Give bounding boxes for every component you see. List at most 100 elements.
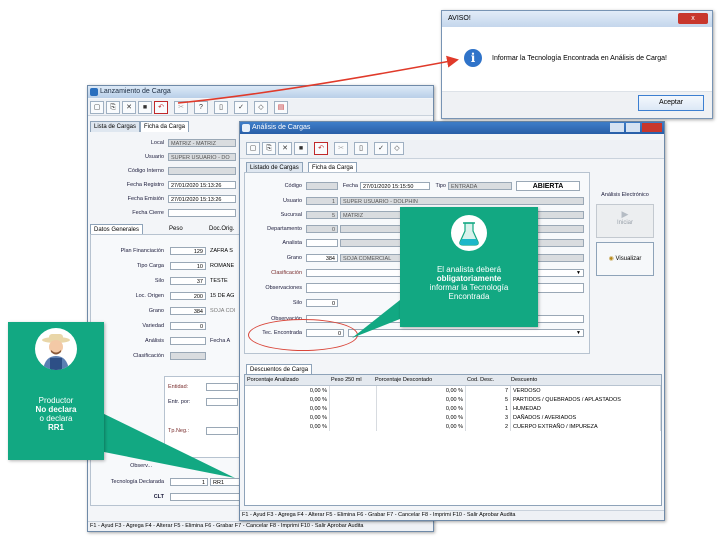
field-analisis[interactable] bbox=[170, 337, 206, 345]
producer-line3: o declara bbox=[39, 414, 73, 423]
cell-peso[interactable] bbox=[329, 404, 377, 413]
header-porcentaje-descontado[interactable]: Porcentaje Descontado bbox=[375, 377, 432, 383]
field-fecha-emision[interactable]: 27/01/2020 15:13:26 bbox=[168, 195, 236, 203]
cell-code[interactable]: 7 bbox=[465, 386, 511, 395]
code-plan-financiacion[interactable]: 129 bbox=[170, 247, 206, 255]
field-entr-por[interactable] bbox=[206, 398, 238, 406]
delete-icon[interactable]: ✕ bbox=[122, 101, 136, 114]
code-analista[interactable] bbox=[306, 239, 338, 247]
iniciar-button[interactable]: ▶ Iniciar bbox=[596, 204, 654, 238]
approve-icon[interactable]: ◇ bbox=[390, 142, 404, 155]
field-codigo[interactable] bbox=[306, 182, 338, 190]
undo-icon[interactable]: ↶ bbox=[154, 101, 168, 114]
field-clasificacion[interactable] bbox=[170, 352, 206, 360]
cell-peso[interactable] bbox=[329, 413, 377, 422]
code-variedad[interactable]: 0 bbox=[170, 322, 206, 330]
field-local[interactable]: MATRIZ - MATRIZ bbox=[168, 139, 236, 147]
cell-peso[interactable] bbox=[329, 422, 377, 431]
field-codigo-interno[interactable] bbox=[168, 167, 236, 175]
cell-peso[interactable] bbox=[329, 395, 377, 404]
code-silo[interactable]: 0 bbox=[306, 299, 338, 307]
minimize-button[interactable] bbox=[610, 123, 624, 132]
print-icon[interactable]: ▤ bbox=[274, 101, 288, 114]
cell-desc-pct[interactable]: 0,00 % bbox=[376, 422, 466, 431]
chevron-down-icon[interactable]: ▼ bbox=[576, 269, 581, 277]
field-tipo[interactable]: ENTRADA bbox=[448, 182, 512, 190]
code-grano[interactable]: 384 bbox=[306, 254, 338, 262]
header-peso[interactable]: Peso 250 ml bbox=[331, 377, 362, 383]
cell-code[interactable]: 1 bbox=[465, 404, 511, 413]
label-observ: Observ... bbox=[130, 463, 152, 469]
check-icon[interactable]: ✓ bbox=[374, 142, 388, 155]
code-grano[interactable]: 384 bbox=[170, 307, 206, 315]
chevron-down-icon[interactable]: ▼ bbox=[576, 329, 581, 337]
value-tecnologia-declarada[interactable]: RR1 bbox=[210, 478, 240, 486]
cell-name[interactable]: CUERPO EXTRAÑO / IMPUREZA bbox=[510, 422, 661, 431]
code-tecnologia-declarada[interactable]: 1 bbox=[170, 478, 208, 486]
cell-desc-pct[interactable]: 0,00 % bbox=[376, 395, 466, 404]
cell-desc-pct[interactable]: 0,00 % bbox=[376, 386, 466, 395]
tab-lista-de-cargas[interactable]: Lista de Cargas bbox=[90, 121, 141, 132]
cell-pct[interactable]: 0,00 % bbox=[245, 386, 330, 395]
select-tec-encontrada[interactable] bbox=[348, 329, 584, 337]
aceptar-button[interactable]: Aceptar bbox=[638, 95, 704, 111]
field-usuario[interactable]: SUPER USUARIO - DO bbox=[168, 153, 236, 161]
cell-name[interactable]: HUMEDAD bbox=[510, 404, 661, 413]
field-tp-neg[interactable] bbox=[206, 427, 238, 435]
cell-pct[interactable]: 0,00 % bbox=[245, 395, 330, 404]
table-row[interactable]: 0,00 % 0,00 % 5 PARTIDOS / QUEBRADOS / A… bbox=[245, 395, 661, 404]
tab-ficha-da-carga[interactable]: Ficha da Carga bbox=[140, 121, 190, 132]
header-cod-desc[interactable]: Cod. Desc. bbox=[467, 377, 494, 383]
field-fecha-registro[interactable]: 27/01/2020 15:13:26 bbox=[168, 181, 236, 189]
tab-peso[interactable]: Peso bbox=[166, 224, 186, 234]
close-button[interactable] bbox=[642, 123, 662, 132]
field-fecha[interactable]: 27/01/2020 15:15:50 bbox=[360, 182, 430, 190]
cell-name[interactable]: PARTIDOS / QUEBRADOS / APLASTADOS bbox=[510, 395, 661, 404]
header-descuento[interactable]: Descuento bbox=[511, 377, 537, 383]
cell-desc-pct[interactable]: 0,00 % bbox=[376, 413, 466, 422]
save-icon[interactable]: ■ bbox=[294, 142, 308, 155]
save-icon[interactable]: ■ bbox=[138, 101, 152, 114]
document-icon[interactable]: ▯ bbox=[214, 101, 228, 114]
field-fecha-cierre[interactable] bbox=[168, 209, 236, 217]
code-departamento[interactable]: 0 bbox=[306, 225, 338, 233]
new-icon[interactable]: ▢ bbox=[246, 142, 260, 155]
cell-code[interactable]: 2 bbox=[465, 422, 511, 431]
approve-icon[interactable]: ◇ bbox=[254, 101, 268, 114]
delete-icon[interactable]: ✕ bbox=[278, 142, 292, 155]
cut-icon[interactable]: ✂ bbox=[334, 142, 348, 155]
maximize-button[interactable] bbox=[626, 123, 640, 132]
cell-code[interactable]: 3 bbox=[465, 413, 511, 422]
cell-pct[interactable]: 0,00 % bbox=[245, 413, 330, 422]
field-clt[interactable] bbox=[170, 493, 240, 501]
table-row[interactable]: 0,00 % 0,00 % 3 DAÑADOS / AVERIADOS bbox=[245, 413, 661, 422]
code-loc-origen[interactable]: 200 bbox=[170, 292, 206, 300]
cell-peso[interactable] bbox=[329, 386, 377, 395]
visualizar-button[interactable]: ◉ Visualizar bbox=[596, 242, 654, 276]
code-tipo-carga[interactable]: 10 bbox=[170, 262, 206, 270]
check-icon[interactable]: ✓ bbox=[234, 101, 248, 114]
cell-pct[interactable]: 0,00 % bbox=[245, 404, 330, 413]
code-sucursal[interactable]: 5 bbox=[306, 211, 338, 219]
cell-desc-pct[interactable]: 0,00 % bbox=[376, 404, 466, 413]
table-row[interactable]: 0,00 % 0,00 % 1 HUMEDAD bbox=[245, 404, 661, 413]
tab-doc-orig[interactable]: Doc.Orig. bbox=[206, 224, 237, 234]
undo-icon[interactable]: ↶ bbox=[314, 142, 328, 155]
help-icon[interactable]: ? bbox=[194, 101, 208, 114]
code-usuario[interactable]: 1 bbox=[306, 197, 338, 205]
header-porcentaje-analizado[interactable]: Porcentaje Analizado bbox=[247, 377, 299, 383]
document-icon[interactable]: ▯ bbox=[354, 142, 368, 155]
close-icon[interactable]: x bbox=[678, 13, 708, 24]
table-row[interactable]: 0,00 % 0,00 % 7 VERDOSO bbox=[245, 386, 661, 395]
cut-icon[interactable]: ✂ bbox=[174, 101, 188, 114]
cell-code[interactable]: 5 bbox=[465, 395, 511, 404]
cell-name[interactable]: VERDOSO bbox=[510, 386, 661, 395]
copy-icon[interactable]: ⎘ bbox=[106, 101, 120, 114]
new-icon[interactable]: ▢ bbox=[90, 101, 104, 114]
cell-name[interactable]: DAÑADOS / AVERIADOS bbox=[510, 413, 661, 422]
table-row[interactable]: 0,00 % 0,00 % 2 CUERPO EXTRAÑO / IMPUREZ… bbox=[245, 422, 661, 431]
field-entidad[interactable] bbox=[206, 383, 238, 391]
cell-pct[interactable]: 0,00 % bbox=[245, 422, 330, 431]
code-silo[interactable]: 37 bbox=[170, 277, 206, 285]
copy-icon[interactable]: ⎘ bbox=[262, 142, 276, 155]
